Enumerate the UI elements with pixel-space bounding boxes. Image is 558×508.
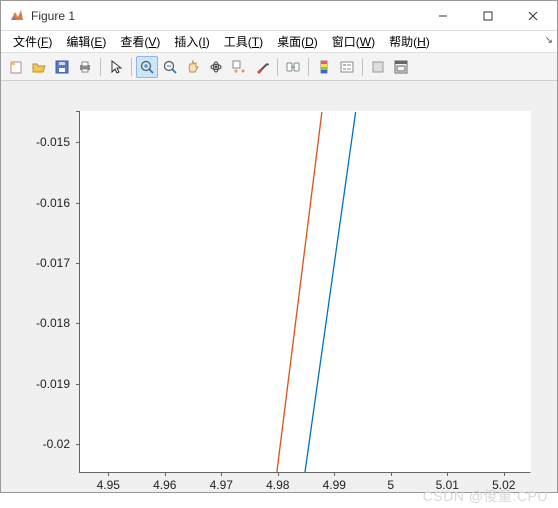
separator — [362, 58, 363, 76]
minimize-button[interactable] — [420, 2, 465, 30]
open-icon[interactable] — [28, 56, 50, 78]
hide-tools-icon[interactable] — [367, 56, 389, 78]
ytick-label: -0.019 — [10, 377, 70, 391]
pointer-icon[interactable] — [105, 56, 127, 78]
link-icon[interactable] — [282, 56, 304, 78]
xtick-label: 4.97 — [206, 478, 236, 492]
data-cursor-icon[interactable] — [228, 56, 250, 78]
menubar: 文件(F)编辑(E)查看(V)插入(I)工具(T)桌面(D)窗口(W)帮助(H)… — [1, 31, 557, 53]
brush-icon[interactable] — [251, 56, 273, 78]
menu-v[interactable]: 查看(V) — [114, 31, 166, 52]
line-series1 — [277, 112, 322, 472]
ytick-label: -0.02 — [10, 437, 70, 451]
xtick-label: 5.02 — [489, 478, 519, 492]
menu-h[interactable]: 帮助(H) — [383, 31, 436, 52]
ytick-label: -0.016 — [10, 196, 70, 210]
menu-w[interactable]: 窗口(W) — [326, 31, 381, 52]
rotate3d-icon[interactable] — [205, 56, 227, 78]
menu-overflow-icon[interactable]: ↘ — [545, 35, 553, 46]
pan-icon[interactable] — [182, 56, 204, 78]
titlebar[interactable]: Figure 1 — [1, 1, 557, 31]
save-icon[interactable] — [51, 56, 73, 78]
menu-f[interactable]: 文件(F) — [7, 31, 58, 52]
separator — [131, 58, 132, 76]
figure-window: Figure 1 文件(F)编辑(E)查看(V)插入(I)工具(T)桌面(D)窗… — [0, 0, 558, 493]
dock-icon[interactable] — [390, 56, 412, 78]
new-figure-icon[interactable] — [5, 56, 27, 78]
legend-icon[interactable] — [336, 56, 358, 78]
ytick-label: -0.015 — [10, 135, 70, 149]
zoom-in-icon[interactable] — [136, 56, 158, 78]
plot-area[interactable]: -0.015 -0.016 -0.017 -0.018 -0.019 -0.02 4.95 4… — [1, 81, 557, 492]
plot-lines — [80, 112, 530, 472]
colorbar-icon[interactable] — [313, 56, 335, 78]
window-title: Figure 1 — [31, 9, 420, 23]
matlab-icon — [9, 8, 25, 24]
close-button[interactable] — [510, 2, 555, 30]
zoom-out-icon[interactable] — [159, 56, 181, 78]
separator — [100, 58, 101, 76]
separator — [277, 58, 278, 76]
toolbar — [1, 53, 557, 81]
menu-d[interactable]: 桌面(D) — [271, 31, 324, 52]
ytick-label: -0.017 — [10, 256, 70, 270]
axes[interactable]: -0.015-0.016-0.017-0.018-0.019-0.024.954… — [79, 111, 531, 473]
print-icon[interactable] — [74, 56, 96, 78]
menu-t[interactable]: 工具(T) — [218, 31, 269, 52]
xtick-label: 5 — [376, 478, 406, 492]
xtick-label: 4.98 — [263, 478, 293, 492]
xtick-label: 4.99 — [319, 478, 349, 492]
xtick-label: 4.96 — [150, 478, 180, 492]
xtick-label: 4.95 — [93, 478, 123, 492]
menu-i[interactable]: 插入(I) — [168, 31, 215, 52]
maximize-button[interactable] — [465, 2, 510, 30]
line-series2 — [305, 112, 356, 472]
xtick-label: 5.01 — [432, 478, 462, 492]
separator — [308, 58, 309, 76]
menu-e[interactable]: 编辑(E) — [60, 31, 112, 52]
ytick-label: -0.018 — [10, 316, 70, 330]
